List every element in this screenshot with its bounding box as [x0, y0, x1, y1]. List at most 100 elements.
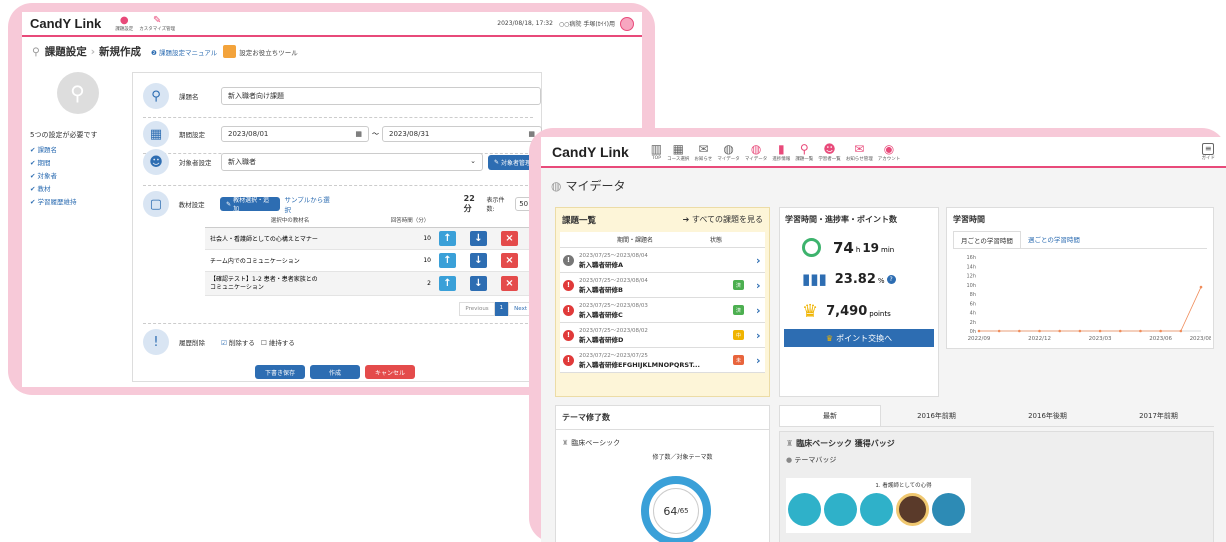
pager-page[interactable]: 1 [494, 302, 509, 316]
material-total: 22分 [463, 194, 475, 213]
calendar-icon: ▦ [355, 130, 362, 138]
course-status-badge: 中 [733, 330, 744, 340]
manual-link[interactable]: ❷ 課題設定マニュアル [151, 47, 217, 57]
nav-learners[interactable]: ☻ 学習者一覧 [818, 142, 841, 162]
divider [143, 117, 533, 118]
course-row[interactable]: ! 2023/07/25～2023/08/04 新入職者研修B 済 › [560, 273, 765, 298]
course-row[interactable]: ! 2023/07/25～2023/08/04 新入職者研修A › [560, 248, 765, 273]
badge-icon[interactable] [788, 493, 821, 526]
create-button[interactable]: 作成 [310, 365, 360, 379]
tab-weekly[interactable]: 週ごとの学習時間 [1021, 231, 1087, 248]
tool-link[interactable]: 設定お役立ちツール [239, 47, 298, 57]
data-point [1179, 329, 1183, 333]
draft-button[interactable]: 下書き保存 [255, 365, 305, 379]
courses-header: 課題一覧 ➔ すべての課題を見る [556, 208, 769, 232]
nav-mydata[interactable]: ◍ マイデータ [717, 142, 740, 162]
move-down-button[interactable]: ↓ [470, 231, 487, 246]
courses-panel: 課題一覧 ➔ すべての課題を見る 期間・課題名 状態 ! 2023/07/25～2… [555, 207, 770, 397]
course-name: 新入職者研修B [579, 286, 623, 294]
hours-value: 74 [833, 238, 854, 257]
arrow-circle-icon: ➔ [682, 215, 692, 224]
chevron-right-icon[interactable]: › [756, 304, 761, 317]
tab-2016-first[interactable]: 2016年前期 [881, 405, 992, 426]
gauge-icon: ◍ [723, 141, 734, 156]
course-row[interactable]: ! 2023/07/25～2023/08/02 新入職者研修D 中 › [560, 323, 765, 348]
nav-progress[interactable]: ▮ 進捗情報 [772, 142, 790, 162]
tab-2017-first[interactable]: 2017年前期 [1103, 405, 1214, 426]
nav-course-select[interactable]: ▦ コース選択 [667, 142, 689, 162]
nav-mydata-admin[interactable]: ◍ マイデータ [745, 142, 768, 162]
user-avatar-icon[interactable] [620, 16, 634, 31]
pin-icon: ● [119, 15, 129, 26]
target-select[interactable]: 新入職者 ⌄ [221, 153, 483, 171]
chevron-right-icon[interactable]: › [756, 279, 761, 292]
tool-icon[interactable] [223, 45, 237, 58]
nav-courses[interactable]: ⚲ 課題一覧 [795, 142, 813, 162]
tab-latest[interactable]: 最新 [779, 405, 881, 426]
points-value: 7,490 [826, 304, 868, 319]
course-period: 2023/07/25～2023/08/04 [579, 253, 648, 259]
course-period: 2023/07/25～2023/08/03 [579, 303, 648, 309]
cancel-button[interactable]: キャンセル [365, 365, 415, 379]
material-sample-link[interactable]: サンプルから選択 [284, 194, 335, 214]
exchange-button[interactable]: ♛ ポイント交換へ [784, 329, 934, 347]
brand-logo[interactable]: CandY Link [30, 16, 101, 31]
badge-caption: 1. 看護師としての心得 [875, 483, 932, 489]
y-tick-label: 8h [970, 292, 976, 298]
move-up-button[interactable]: ↑ [439, 231, 456, 246]
chevron-right-icon[interactable]: › [756, 354, 761, 367]
guide-button[interactable]: ≡ ガイド [1202, 142, 1215, 161]
badge-icon[interactable] [824, 493, 857, 526]
course-name-input[interactable]: 新入職者向け課題 [221, 87, 541, 105]
gauge-icon: ◍ [551, 178, 562, 193]
course-row[interactable]: ! 2023/07/22～2023/07/25 新入職者研修EFGHIJKLMNOP… [560, 348, 765, 373]
mail-icon: ✉ [698, 141, 709, 156]
required-text: 5つの設定が必要です [30, 131, 98, 139]
chevron-right-icon[interactable]: › [756, 329, 761, 342]
move-up-button[interactable]: ↑ [439, 276, 456, 291]
delete-button[interactable]: × [501, 231, 518, 246]
course-row[interactable]: ! 2023/07/25～2023/08/03 新入職者研修C 済 › [560, 298, 765, 323]
nav-notice-admin[interactable]: ✉ お知らせ管理 [846, 142, 873, 162]
delete-button[interactable]: × [501, 276, 518, 291]
exclamation-icon: ! [143, 329, 169, 355]
badge-icon[interactable] [860, 493, 893, 526]
table-row: チーム内でのコミュニケーション 10 ↑ ↓ × [205, 250, 533, 272]
tab-monthly[interactable]: 月ごとの学習時間 [953, 231, 1021, 248]
tab-2016-second[interactable]: 2016年後期 [992, 405, 1103, 426]
move-down-button[interactable]: ↓ [470, 253, 487, 268]
nav-account[interactable]: ◉ アカウント [878, 142, 901, 162]
delete-button[interactable]: × [501, 253, 518, 268]
help-icon[interactable]: ? [886, 274, 896, 284]
material-time: 10 [423, 257, 431, 264]
material-add-button[interactable]: ✎ 教材選択・追加 [220, 197, 281, 213]
nav-customize[interactable]: ✎ カスタマイズ管理 [139, 15, 175, 32]
nav-notice[interactable]: ✉ お知らせ [694, 142, 712, 162]
breadcrumb-root[interactable]: 課題設定 [45, 44, 87, 59]
move-up-button[interactable]: ↑ [439, 253, 456, 268]
check-icon: ✔ [30, 185, 38, 193]
user-icon: ◉ [883, 141, 895, 156]
calendar-icon: ▦ [143, 121, 169, 147]
history-delete-checkbox[interactable]: ☑ 削除する [221, 337, 255, 347]
badge-icon[interactable] [932, 493, 965, 526]
theme-sub: ♜ 臨床ベーシック [562, 439, 621, 447]
period-end-input[interactable]: 2023/08/31 ▦ [382, 126, 542, 142]
nav-top[interactable]: ▥ TOP [651, 142, 662, 162]
y-tick-label: 2h [970, 320, 976, 326]
course-rows: ! 2023/07/25～2023/08/04 新入職者研修A ›! 2023/07/2… [560, 248, 765, 373]
pager-prev[interactable]: Previous [459, 302, 495, 316]
chevron-right-icon[interactable]: › [756, 254, 761, 267]
badge-cake-icon[interactable] [896, 493, 929, 526]
check-item: ✔ 期間 [30, 159, 51, 167]
courses-all-link[interactable]: ➔ すべての課題を見る [683, 214, 763, 226]
time-title: 学習時間 [953, 215, 985, 224]
brand-logo[interactable]: CandY Link [552, 144, 629, 160]
move-down-button[interactable]: ↓ [470, 276, 487, 291]
nav-course-setting[interactable]: ● 課題設定 [115, 15, 133, 32]
y-tick-label: 14h [966, 264, 976, 270]
period-start-input[interactable]: 2023/08/01 ▦ [221, 126, 369, 142]
user-name[interactable]: ○○病院 手塚(ｶｲｲ)用 [559, 19, 615, 28]
x-tick-label: 2023/06 [1149, 336, 1172, 342]
history-keep-checkbox[interactable]: ☐ 維持する [261, 337, 295, 347]
